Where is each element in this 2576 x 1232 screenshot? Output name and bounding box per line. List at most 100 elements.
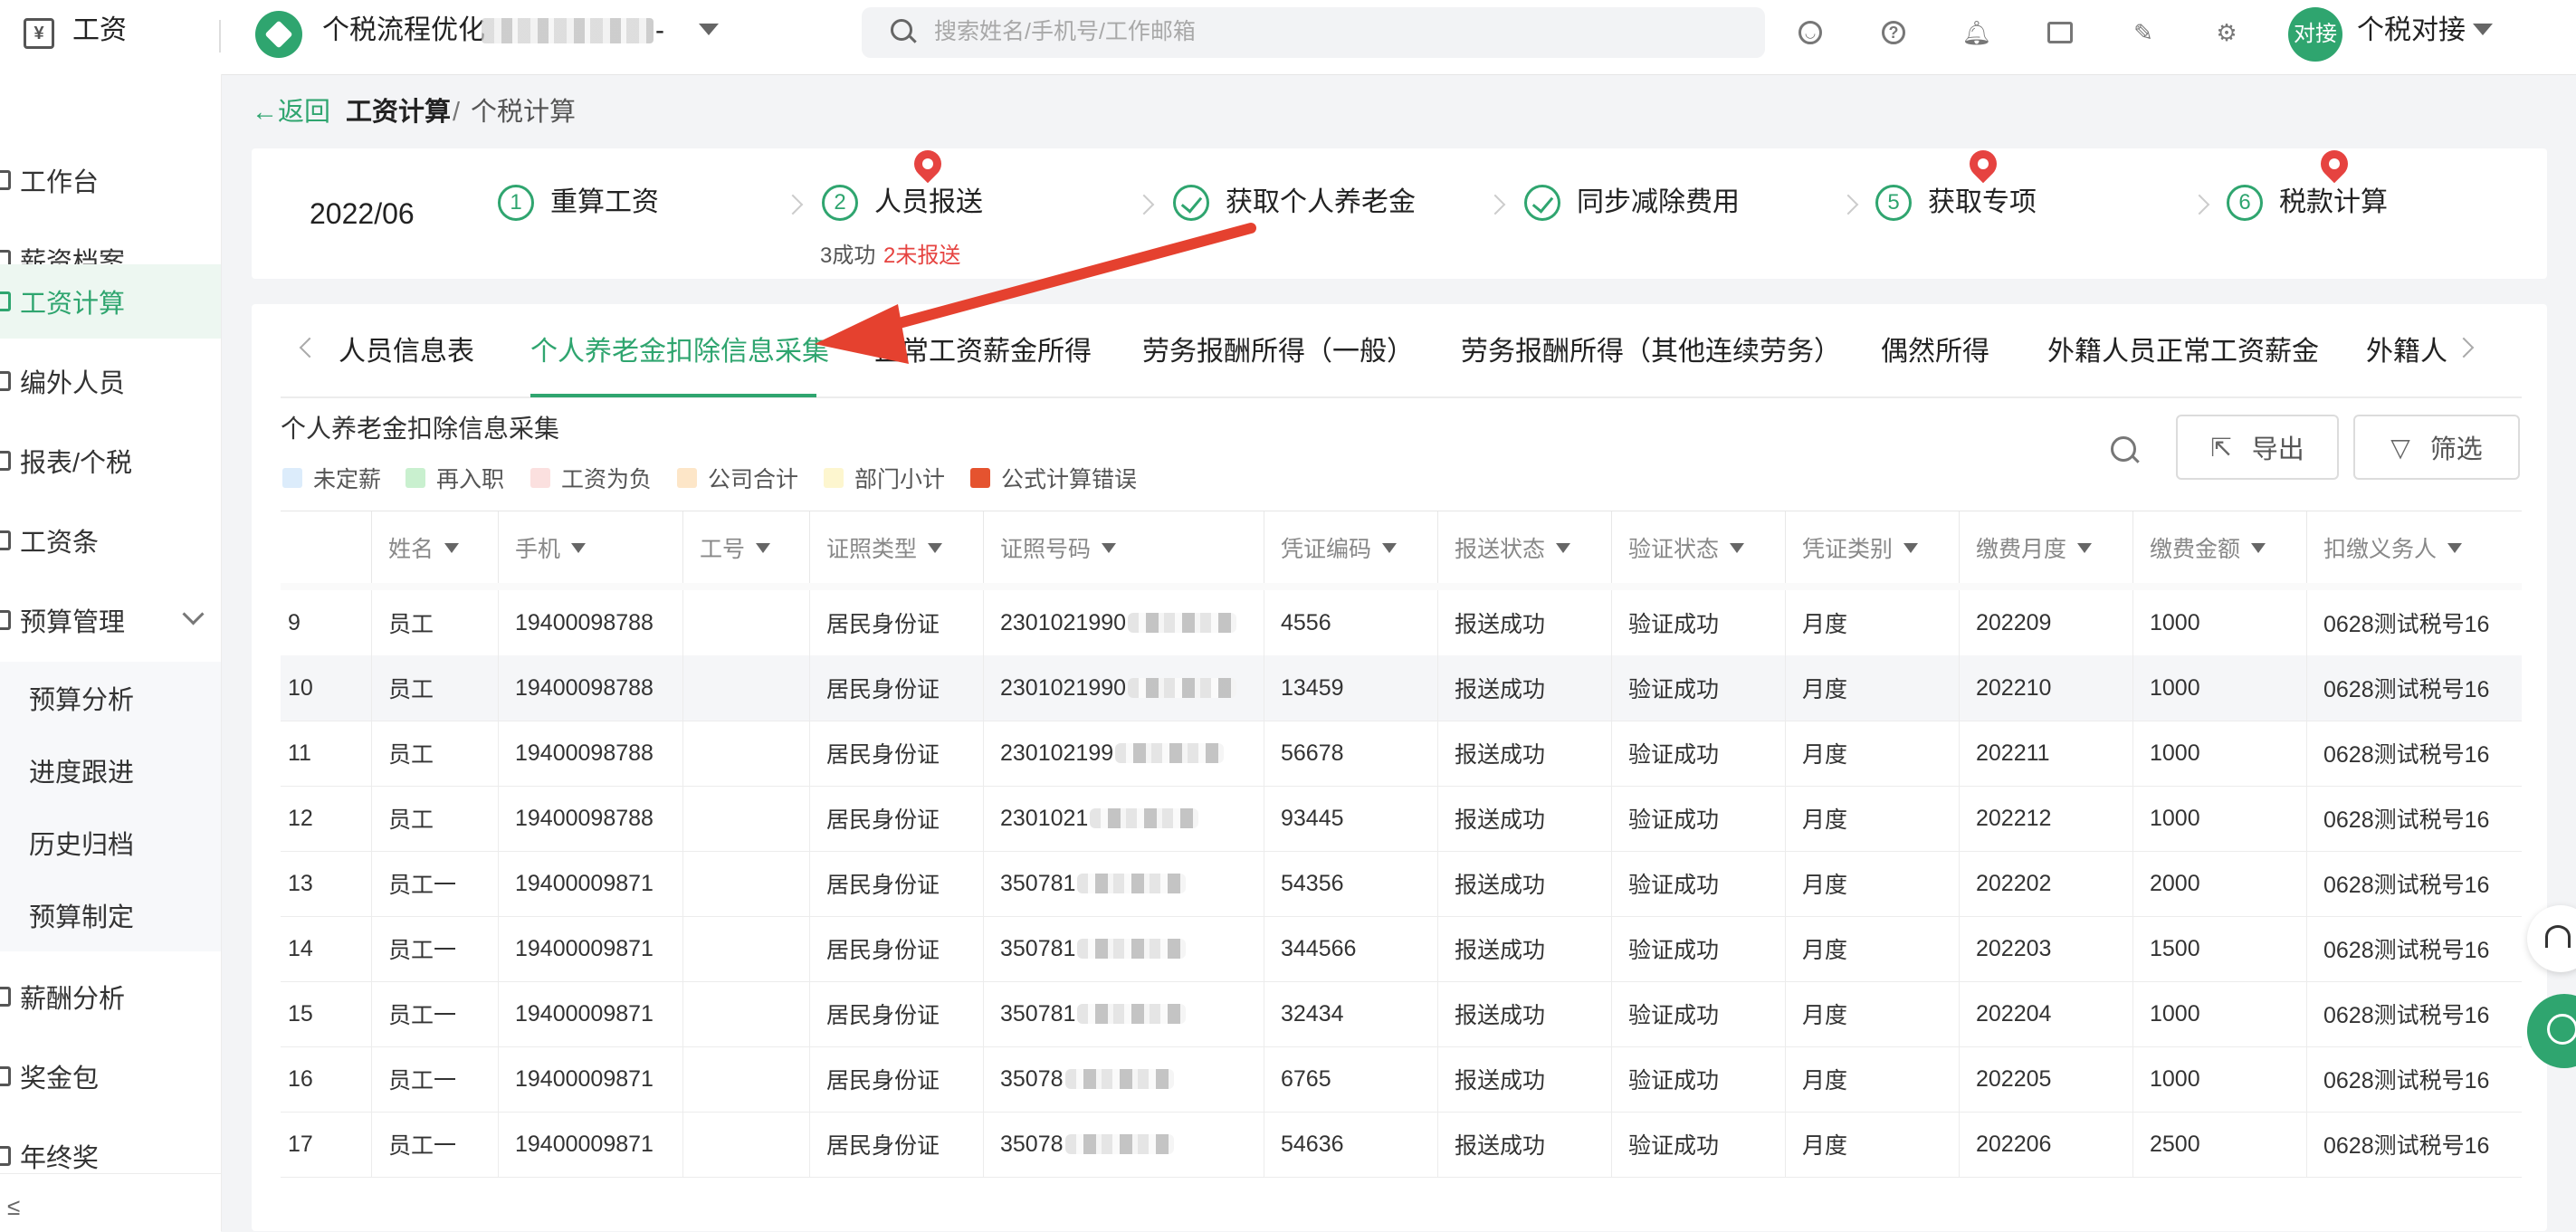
user-name[interactable]: 个税对接	[2357, 13, 2466, 49]
cell-agent: 0628测试税号16	[2306, 981, 2522, 1046]
tab-labor-continuous[interactable]: 劳务报酬所得（其他连续劳务）	[1461, 333, 1841, 371]
app-name[interactable]: 工资	[72, 13, 127, 49]
period-label[interactable]: 2022/06	[310, 196, 415, 232]
column-header-payment-amount[interactable]: 缴费金额	[2132, 511, 2306, 584]
breadcrumb-sub: 个税计算	[471, 98, 577, 127]
table-row[interactable]: 12 员工 19400098788 居民身份证 2301021 93445 报送…	[281, 786, 2522, 852]
sidebar-item-external-staff[interactable]: 编外人员	[0, 344, 221, 418]
step-5-label[interactable]: 获取专项	[1928, 185, 2037, 221]
sidebar-subitem-history[interactable]: 历史归档	[0, 807, 221, 879]
column-header-payment-month[interactable]: 缴费月度	[1959, 511, 2132, 584]
cell-name: 员工一	[371, 916, 498, 981]
row-index: 9	[288, 609, 301, 635]
chevron-down-icon	[182, 603, 205, 626]
step-3-label[interactable]: 获取个人养老金	[1226, 185, 1416, 221]
column-header-voucher-code[interactable]: 凭证编码	[1264, 511, 1437, 584]
user-circle-icon[interactable]: ◡	[1792, 14, 1828, 51]
cell-amount: 2000	[2132, 851, 2306, 916]
cell-send-status: 报送成功	[1437, 590, 1611, 655]
table-row[interactable]: 13 员工一 19400009871 居民身份证 350781 54356 报送…	[281, 851, 2522, 917]
cell-name: 员工一	[371, 1046, 498, 1112]
step-1-label[interactable]: 重算工资	[550, 185, 659, 221]
inbox-icon[interactable]	[2042, 14, 2078, 51]
company-name[interactable]: 个税流程优化	[322, 13, 485, 49]
table-row[interactable]: 17 员工一 19400009871 居民身份证 35078 54636 报送成…	[281, 1112, 2522, 1178]
sidebar-subitem-budget-analysis[interactable]: 预算分析	[0, 662, 221, 734]
cell-month: 202212	[1959, 786, 2132, 851]
tab-regular-salary[interactable]: 正常工资薪金所得	[874, 333, 1092, 371]
row-index: 13	[288, 870, 313, 896]
cell-employee-id	[682, 1046, 809, 1112]
column-header-voucher-category[interactable]: 凭证类别	[1785, 511, 1959, 584]
export-button[interactable]: ⇱ 导出	[2176, 415, 2339, 480]
column-header-send-status[interactable]: 报送状态	[1437, 511, 1611, 584]
sort-caret-icon	[571, 542, 587, 553]
cell-name: 员工一	[371, 981, 498, 1046]
table-row[interactable]: 10 员工 19400098788 居民身份证 2301021990 13459…	[281, 655, 2522, 721]
column-header-name[interactable]: 姓名	[371, 511, 498, 584]
sidebar-item-compensation-analysis[interactable]: 薪酬分析	[0, 960, 221, 1034]
step-4-label[interactable]: 同步减除费用	[1577, 185, 1740, 221]
column-header-phone[interactable]: 手机	[498, 511, 682, 584]
sort-caret-icon	[2251, 542, 2266, 553]
cell-id-number: 230102199	[983, 721, 1264, 786]
table-row[interactable]: 16 员工一 19400009871 居民身份证 35078 6765 报送成功…	[281, 1046, 2522, 1113]
collapse-sidebar-icon[interactable]: ≤	[7, 1193, 20, 1221]
bell-icon[interactable]: 🔔︎	[1959, 14, 1995, 51]
analysis-icon	[0, 987, 11, 1007]
sidebar-item-dashboard[interactable]: 工作台	[0, 143, 221, 217]
column-header-id-number[interactable]: 证照号码	[983, 511, 1264, 584]
cell-name: 员工	[371, 786, 498, 851]
back-link[interactable]: ←返回	[252, 94, 330, 130]
sidebar-item-payroll[interactable]: 工资计算	[0, 264, 221, 339]
cell-id-type: 居民身份证	[809, 851, 983, 916]
legend-item: 未定薪	[282, 462, 381, 494]
avatar[interactable]: 对接	[2288, 7, 2342, 62]
step-2-pending-count[interactable]: 2未报送	[883, 237, 960, 269]
sidebar-item-bonus-pool[interactable]: 奖金包	[0, 1039, 221, 1113]
filter-button[interactable]: ▽ 筛选	[2353, 415, 2520, 480]
sidebar-item-budget[interactable]: 预算管理	[0, 583, 221, 657]
sidebar-subitem-progress[interactable]: 进度跟进	[0, 734, 221, 807]
tab-pension-deduction[interactable]: 个人养老金扣除信息采集	[530, 333, 829, 371]
table-row[interactable]: 11 员工 19400098788 居民身份证 230102199 56678 …	[281, 721, 2522, 787]
section-title: 个人养老金扣除信息采集	[281, 415, 560, 443]
cell-employee-id	[682, 851, 809, 916]
help-icon[interactable]: ?	[1875, 14, 1912, 51]
cell-voucher-code: 54356	[1264, 851, 1437, 916]
tab-incidental-income[interactable]: 偶然所得	[1881, 333, 1989, 371]
cell-id-type: 居民身份证	[809, 590, 983, 655]
column-header-employee-id[interactable]: 工号	[682, 511, 809, 584]
column-header-id-type[interactable]: 证照类型	[809, 511, 983, 584]
chevron-down-icon[interactable]	[699, 24, 719, 35]
search-input[interactable]	[932, 11, 1732, 53]
column-header-withholding-agent[interactable]: 扣缴义务人	[2306, 511, 2522, 584]
row-index: 17	[288, 1131, 313, 1157]
step-2-label[interactable]: 人员报送	[874, 185, 983, 221]
gear-icon[interactable]: ⚙	[2209, 14, 2245, 51]
table-row[interactable]: 14 员工一 19400009871 居民身份证 350781 344566 报…	[281, 916, 2522, 982]
sort-caret-icon	[1903, 542, 1919, 553]
cell-amount: 1000	[2132, 721, 2306, 786]
table-row[interactable]: 15 员工一 19400009871 居民身份证 350781 32434 报送…	[281, 981, 2522, 1047]
cell-employee-id	[682, 655, 809, 721]
sidebar-item-payslip[interactable]: 工资条	[0, 503, 221, 578]
breadcrumb-current[interactable]: 工资计算	[346, 94, 451, 130]
tab-foreign-more[interactable]: 外籍人	[2366, 333, 2447, 371]
chevron-down-icon[interactable]	[2473, 24, 2493, 35]
cell-id-number: 350781	[983, 916, 1264, 981]
tab-foreign-salary[interactable]: 外籍人员正常工资薪金	[2047, 333, 2319, 371]
sidebar-item-reports-tax[interactable]: 报表/个税	[0, 424, 221, 498]
export-icon: ⇱	[2210, 433, 2232, 462]
cell-employee-id	[682, 786, 809, 851]
sidebar-subitem-budget-plan[interactable]: 预算制定	[0, 879, 221, 951]
cell-category: 月度	[1785, 590, 1959, 655]
edit-icon[interactable]: ✎	[2125, 14, 2161, 51]
table-row[interactable]: 9 员工 19400098788 居民身份证 2301021990 4556 报…	[281, 590, 2522, 656]
tab-labor-general[interactable]: 劳务报酬所得（一般）	[1142, 333, 1414, 371]
column-header-verify-status[interactable]: 验证状态	[1611, 511, 1785, 584]
search-icon[interactable]	[2111, 436, 2136, 462]
step-6-label[interactable]: 税款计算	[2279, 185, 2388, 221]
tab-personnel-info[interactable]: 人员信息表	[339, 333, 474, 371]
cell-voucher-code: 13459	[1264, 655, 1437, 721]
